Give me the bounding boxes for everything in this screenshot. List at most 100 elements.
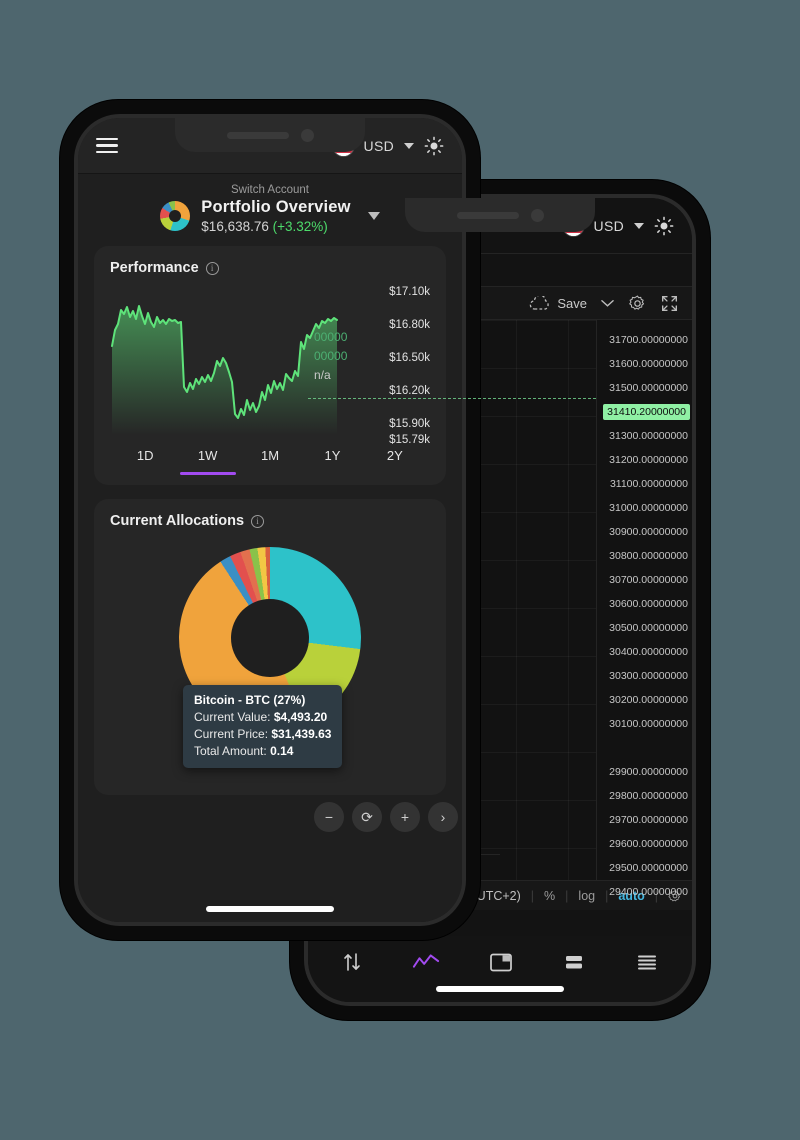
tooltip-current-price-label: Current Price: — [194, 727, 269, 741]
gear-icon[interactable] — [628, 294, 647, 313]
tooltip-total-amount-label: Total Amount: — [194, 744, 267, 758]
ohlc-legend: 00000 00000 n/a — [314, 328, 347, 385]
timeframe-1w[interactable]: 1W — [176, 448, 238, 475]
price-tick: 29900.00000000 — [609, 766, 688, 778]
back-phone-notch — [405, 198, 595, 232]
line-chart-icon[interactable] — [412, 952, 440, 972]
price-tick: 30300.00000000 — [609, 670, 688, 682]
chevron-down-icon[interactable] — [634, 222, 644, 229]
allocations-card: Current Allocations i Bitcoin - BTC (27%… — [94, 499, 446, 795]
tooltip-current-value: $4,493.20 — [273, 710, 328, 724]
separator: | — [565, 888, 569, 903]
timeframe-1d[interactable]: 1D — [114, 448, 176, 475]
tooltip-current-value-label: Current Value: — [194, 710, 271, 724]
price-axis[interactable]: 31700.00000000 31600.00000000 31500.0000… — [596, 320, 692, 898]
account-value: $16,638.76 (+3.32%) — [201, 219, 350, 234]
price-tick: 31600.00000000 — [609, 358, 688, 370]
info-icon[interactable]: i — [205, 261, 219, 275]
current-price-line — [308, 398, 596, 399]
performance-card: Performance i $17.10k $16.80k $16.50k $1… — [94, 246, 446, 485]
price-tick: 31000.00000000 — [609, 502, 688, 514]
price-tick: 31200.00000000 — [609, 454, 688, 466]
price-tick: 30200.00000000 — [609, 694, 688, 706]
portfolio-change: (+3.32%) — [272, 219, 328, 234]
timeframe-1m[interactable]: 1M — [239, 448, 301, 475]
chevron-down-icon[interactable] — [404, 142, 414, 149]
allocations-title-text: Current Allocations — [110, 513, 245, 529]
performance-card-title: Performance i — [110, 260, 430, 276]
chevron-down-icon[interactable] — [367, 212, 380, 220]
active-timeframe-underline — [179, 472, 236, 475]
scroll-right-button[interactable]: › — [428, 802, 458, 832]
ohlc-line-1: 00000 — [314, 330, 348, 344]
hamburger-menu-icon[interactable] — [96, 137, 118, 154]
y-tick: $16.20k — [389, 385, 430, 397]
timeframe-selector[interactable]: 1D 1W 1M 1Y 2Y — [110, 448, 430, 475]
price-tick: 29500.00000000 — [609, 862, 688, 874]
allocation-tooltip: Bitcoin - BTC (27%) Current Value: $4,49… — [183, 685, 343, 768]
y-tick: $15.90k — [389, 418, 430, 430]
tooltip-total-amount: 0.14 — [270, 744, 294, 758]
save-button[interactable]: Save — [529, 295, 587, 311]
zoom-out-button[interactable]: − — [314, 802, 344, 832]
save-label: Save — [557, 295, 587, 311]
arrows-up-down-icon[interactable] — [341, 950, 363, 974]
reset-chart-button[interactable]: ⟳ — [352, 802, 382, 832]
timeframe-label: 1W — [197, 448, 218, 463]
stacked-bars-icon[interactable] — [562, 952, 586, 972]
price-tick: 30500.00000000 — [609, 622, 688, 634]
expand-icon[interactable] — [661, 295, 678, 312]
performance-title-text: Performance — [110, 260, 199, 276]
y-tick: $15.79k — [389, 434, 430, 446]
percent-scale-button[interactable]: % — [544, 889, 555, 903]
allocations-chart[interactable]: Bitcoin - BTC (27%) Current Value: $4,49… — [110, 535, 430, 785]
page-title: Portfolio Overview — [201, 198, 351, 216]
bottom-tab-bar[interactable] — [308, 936, 692, 1002]
portfolio-value: $16,638.76 — [201, 219, 269, 234]
separator: | — [605, 888, 609, 903]
performance-y-axis: $17.10k $16.80k $16.50k $16.20k $15.90k … — [356, 282, 430, 446]
log-scale-button[interactable]: log — [578, 889, 595, 903]
chart-nav-buttons[interactable]: − ⟳ + › — [314, 802, 458, 832]
zoom-in-button[interactable]: + — [390, 802, 420, 832]
tooltip-current-price: $31,439.63 — [271, 727, 332, 741]
currency-label[interactable]: USD — [594, 218, 624, 234]
home-indicator — [206, 906, 334, 912]
front-phone-notch — [175, 118, 365, 152]
list-icon[interactable] — [635, 952, 659, 972]
screenshot-root: USD 10.20 $31,324.56 — [0, 0, 800, 1140]
price-tick: 30100.00000000 — [609, 718, 688, 730]
price-tick: 30800.00000000 — [609, 550, 688, 562]
timeframe-1y[interactable]: 1Y — [301, 448, 363, 475]
timeframe-2y[interactable]: 2Y — [364, 448, 426, 475]
earpiece-speaker — [226, 131, 289, 139]
y-tick: $16.50k — [389, 352, 430, 364]
front-camera — [300, 128, 314, 142]
window-icon[interactable] — [489, 952, 513, 973]
price-tick: 30400.00000000 — [609, 646, 688, 658]
sun-icon[interactable] — [654, 216, 674, 236]
account-info: Portfolio Overview $16,638.76 (+3.32%) — [201, 198, 350, 234]
price-tick: 29800.00000000 — [609, 790, 688, 802]
portfolio-donut-avatar — [160, 201, 191, 231]
chevron-down-icon[interactable] — [601, 299, 614, 308]
separator: | — [530, 888, 535, 903]
earpiece-speaker — [456, 211, 519, 219]
info-icon[interactable]: i — [251, 514, 265, 528]
allocations-card-title: Current Allocations i — [110, 513, 430, 529]
y-tick: $16.80k — [389, 319, 430, 331]
price-tick: 29700.00000000 — [609, 814, 688, 826]
price-tick: 31300.00000000 — [609, 430, 688, 442]
ohlc-line-3: n/a — [314, 368, 331, 382]
price-tick: 30700.00000000 — [609, 574, 688, 586]
switch-account-label[interactable]: Switch Account — [78, 174, 462, 198]
timeframe-label: 1D — [136, 448, 154, 463]
tooltip-title: Bitcoin - BTC (27%) — [194, 693, 306, 707]
price-tick: 31500.00000000 — [609, 382, 688, 394]
timeframe-label: 1M — [260, 448, 280, 463]
sun-icon[interactable] — [424, 136, 444, 156]
price-tick: 30900.00000000 — [609, 526, 688, 538]
currency-label[interactable]: USD — [364, 138, 394, 154]
performance-chart[interactable]: $17.10k $16.80k $16.50k $16.20k $15.90k … — [110, 286, 430, 446]
price-tick: 31100.00000000 — [609, 478, 688, 490]
